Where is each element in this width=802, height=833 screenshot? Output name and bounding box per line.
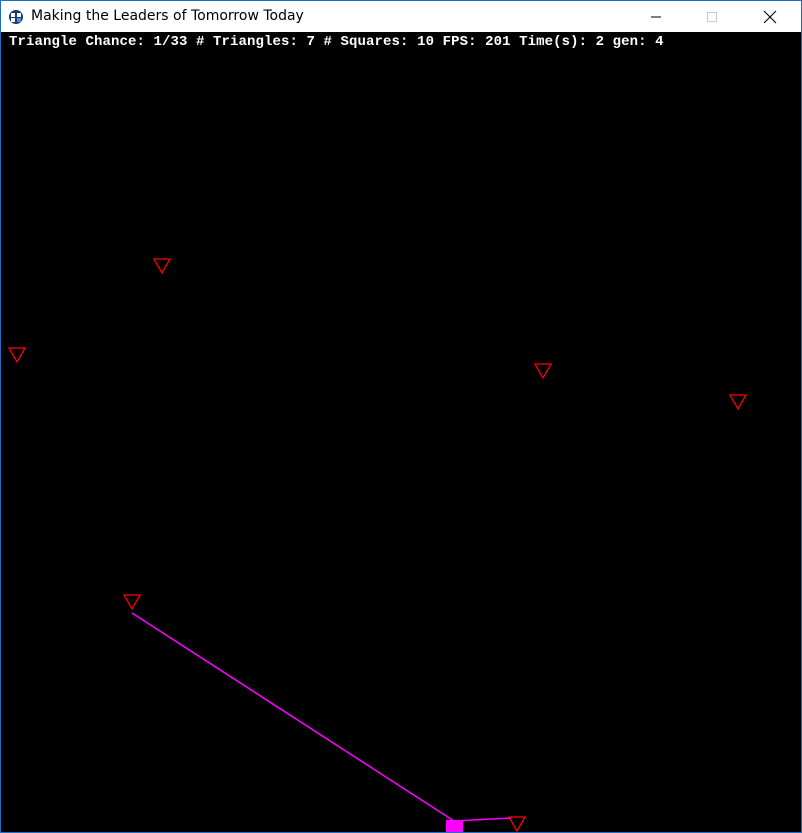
- maximize-button[interactable]: [689, 1, 735, 32]
- triangle-4: [728, 394, 748, 411]
- game-window: Making the Leaders of Tomorrow Today Tri…: [0, 0, 802, 833]
- square-agent: [446, 820, 463, 832]
- window-title: Making the Leaders of Tomorrow Today: [31, 8, 304, 24]
- triangle-2: [7, 347, 27, 364]
- triangle-5: [122, 594, 142, 611]
- maximize-icon: [707, 11, 717, 22]
- square-trail-line-1: [131, 612, 455, 822]
- game-canvas[interactable]: Triangle Chance: 1/33 # Triangles: 7 # S…: [1, 32, 801, 832]
- close-icon: [763, 10, 777, 23]
- minimize-icon: [651, 16, 661, 17]
- close-button[interactable]: [747, 1, 793, 32]
- title-bar[interactable]: Making the Leaders of Tomorrow Today: [1, 1, 801, 32]
- hud-status-text: Triangle Chance: 1/33 # Triangles: 7 # S…: [9, 34, 664, 50]
- minimize-button[interactable]: [633, 1, 679, 32]
- triangle-3: [533, 363, 553, 380]
- game-scene: [7, 258, 748, 832]
- triangle-1: [152, 258, 172, 275]
- pygame-app-icon: [8, 9, 24, 25]
- triangle-6: [507, 816, 527, 832]
